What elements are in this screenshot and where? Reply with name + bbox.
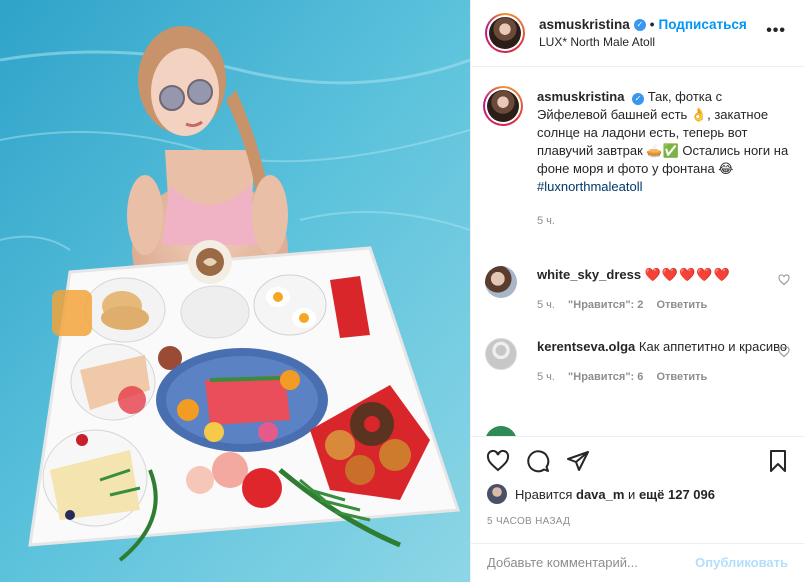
- paper-plane-icon[interactable]: [565, 449, 591, 473]
- comment-time[interactable]: 5 ч.: [537, 371, 555, 383]
- likes-count[interactable]: ещё 127 096: [639, 487, 715, 502]
- caption-time[interactable]: 5 ч.: [537, 215, 555, 227]
- instagram-post: asmuskristina ✓ • Подписаться LUX* North…: [0, 0, 804, 582]
- reply-button[interactable]: Ответить: [656, 299, 707, 311]
- comment-avatar[interactable]: [485, 266, 517, 298]
- caption-hashtag[interactable]: #luxnorthmaleatoll: [537, 178, 790, 196]
- comment-input[interactable]: Добавьте комментарий...: [487, 555, 695, 570]
- comment-like-heart-icon[interactable]: [778, 274, 790, 286]
- liker-avatar[interactable]: [487, 484, 507, 504]
- likes-summary[interactable]: Нравится dava_m и ещё 127 096: [487, 484, 715, 504]
- comment-item: kerentseva.olga Как аппетитно и красиво …: [485, 338, 790, 386]
- liker-username[interactable]: dava_m: [576, 487, 624, 502]
- comment-avatar[interactable]: [485, 338, 517, 370]
- post-location[interactable]: LUX* North Male Atoll: [539, 35, 747, 49]
- publish-button[interactable]: Опубликовать: [695, 555, 788, 570]
- comment-icon[interactable]: [525, 449, 551, 473]
- reply-button[interactable]: Ответить: [656, 371, 707, 383]
- caption-avatar[interactable]: [483, 86, 523, 126]
- post-header: asmuskristina ✓ • Подписаться LUX* North…: [471, 0, 804, 67]
- comment-likes[interactable]: "Нравится": 6: [568, 371, 643, 383]
- post-image: [0, 0, 470, 582]
- heart-icon[interactable]: [485, 449, 511, 473]
- comment-time[interactable]: 5 ч.: [537, 299, 555, 311]
- author-avatar[interactable]: [485, 13, 525, 53]
- bookmark-icon[interactable]: [766, 449, 790, 473]
- caption-username[interactable]: asmuskristina: [537, 89, 624, 104]
- post-panel: asmuskristina ✓ • Подписаться LUX* North…: [470, 0, 804, 582]
- caption: asmuskristina ✓ Так, фотка с Эйфелевой б…: [483, 86, 790, 230]
- separator-dot: •: [649, 17, 655, 32]
- comment-likes[interactable]: "Нравится": 2: [568, 299, 643, 311]
- likes-prefix: Нравится: [515, 486, 573, 502]
- author-username[interactable]: asmuskristina: [539, 17, 630, 32]
- more-options-icon[interactable]: •••: [766, 22, 786, 40]
- comment-avatar[interactable]: [485, 426, 517, 436]
- comment-item: white_sky_dress ❤️❤️❤️❤️❤️ 5 ч. "Нравитс…: [485, 266, 790, 314]
- likes-middle: и: [628, 486, 636, 502]
- comment-username[interactable]: kerentseva.olga: [537, 339, 635, 354]
- verified-badge-icon: ✓: [632, 93, 645, 105]
- comment-username[interactable]: white_sky_dress: [537, 267, 641, 282]
- verified-badge-icon: ✓: [633, 18, 646, 31]
- comments-list[interactable]: asmuskristina ✓ Так, фотка с Эйфелевой б…: [471, 68, 804, 436]
- add-comment-bar: Добавьте комментарий... Опубликовать: [471, 543, 804, 581]
- post-time[interactable]: 5 ЧАСОВ НАЗАД: [487, 516, 570, 527]
- follow-button[interactable]: Подписаться: [659, 17, 747, 32]
- post-photo[interactable]: [0, 0, 470, 582]
- comment-text: ❤️❤️❤️❤️❤️: [644, 267, 731, 282]
- post-actions: Нравится dava_m и ещё 127 096 5 ЧАСОВ НА…: [471, 436, 804, 580]
- comment-text: Как аппетитно и красиво: [638, 339, 788, 354]
- comment-like-heart-icon[interactable]: [778, 346, 790, 358]
